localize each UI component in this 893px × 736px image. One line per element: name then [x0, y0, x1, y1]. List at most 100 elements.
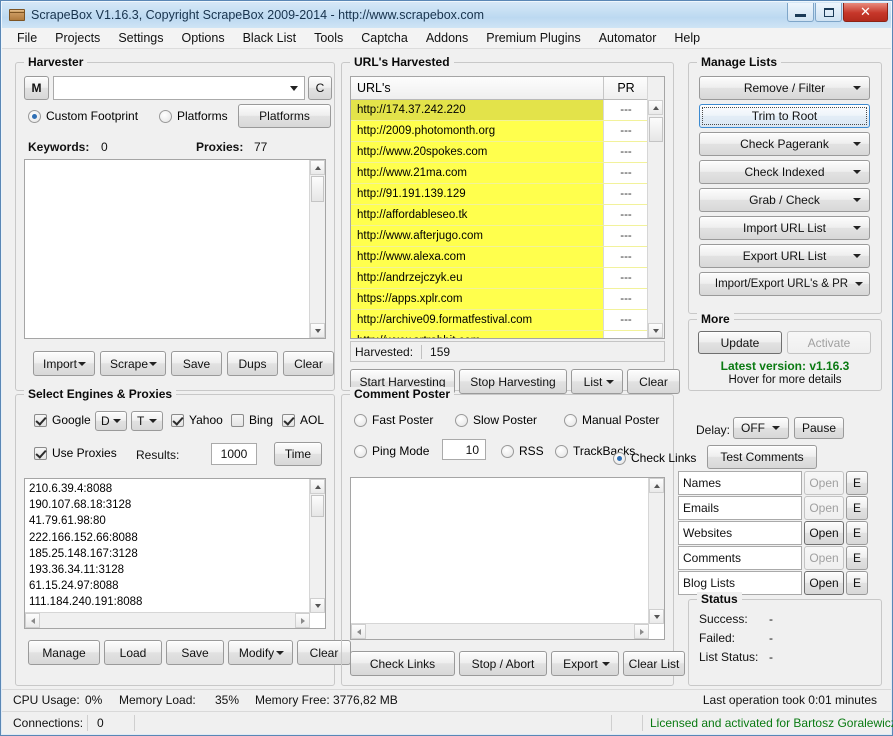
- emails-field[interactable]: Emails: [678, 496, 802, 520]
- checkbox-bing[interactable]: Bing: [231, 413, 273, 427]
- menu-item-file[interactable]: File: [8, 29, 46, 47]
- urls-grid[interactable]: URL's PR http://174.37.242.220 --- http:…: [350, 76, 665, 339]
- import-export-urls-pr-button[interactable]: Import/Export URL's & PR: [699, 272, 870, 296]
- websites-field[interactable]: Websites: [678, 521, 802, 545]
- poster-log-horizontal-scrollbar[interactable]: [351, 623, 649, 639]
- export-url-list-button[interactable]: Export URL List: [699, 244, 870, 268]
- menu-item-addons[interactable]: Addons: [417, 29, 477, 47]
- proxy-horizontal-scrollbar[interactable]: [25, 612, 310, 628]
- footprint-combo[interactable]: [53, 76, 305, 100]
- scroll-up-icon[interactable]: [648, 100, 663, 115]
- table-row[interactable]: http://91.191.139.129 ---: [351, 184, 648, 205]
- scroll-left-icon[interactable]: [25, 613, 40, 628]
- check-links-button[interactable]: Check Links: [350, 651, 455, 676]
- clear-footprint-button[interactable]: C: [308, 76, 332, 100]
- column-header-urls[interactable]: URL's: [351, 77, 604, 99]
- checkbox-google[interactable]: Google: [34, 413, 91, 427]
- blog-lists-edit-button[interactable]: E: [846, 571, 868, 595]
- delay-dropdown[interactable]: OFF: [733, 417, 789, 439]
- comments-field[interactable]: Comments: [678, 546, 802, 570]
- menu-item-tools[interactable]: Tools: [305, 29, 352, 47]
- stop-abort-button[interactable]: Stop / Abort: [459, 651, 547, 676]
- radio-rss[interactable]: RSS: [501, 444, 544, 458]
- import-url-list-button[interactable]: Import URL List: [699, 216, 870, 240]
- menu-item-help[interactable]: Help: [665, 29, 709, 47]
- table-row[interactable]: http://www.afterjugo.com ---: [351, 226, 648, 247]
- menu-item-projects[interactable]: Projects: [46, 29, 109, 47]
- names-edit-button[interactable]: E: [846, 471, 868, 495]
- scroll-down-icon[interactable]: [649, 609, 664, 624]
- manage-proxies-button[interactable]: Manage: [28, 640, 100, 665]
- checkbox-use-proxies[interactable]: Use Proxies: [34, 446, 117, 460]
- scroll-up-icon[interactable]: [649, 478, 664, 493]
- platforms-button[interactable]: Platforms: [238, 104, 331, 128]
- check-indexed-button[interactable]: Check Indexed: [699, 160, 870, 184]
- dups-button[interactable]: Dups: [227, 351, 278, 376]
- radio-custom-footprint[interactable]: Custom Footprint: [28, 109, 138, 123]
- clear-keywords-button[interactable]: Clear: [283, 351, 334, 376]
- menu-item-automator[interactable]: Automator: [590, 29, 666, 47]
- table-row[interactable]: http://www.alexa.com ---: [351, 247, 648, 268]
- google-time-dropdown[interactable]: T: [131, 411, 163, 431]
- websites-edit-button[interactable]: E: [846, 521, 868, 545]
- menu-item-black-list[interactable]: Black List: [234, 29, 306, 47]
- scroll-right-icon[interactable]: [634, 624, 649, 639]
- close-button[interactable]: ✕: [843, 3, 888, 22]
- menu-item-settings[interactable]: Settings: [109, 29, 172, 47]
- proxy-listbox[interactable]: 210.6.39.4:8088 190.107.68.18:3128 41.79…: [24, 478, 326, 629]
- minimize-button[interactable]: [787, 3, 814, 22]
- urls-scrollbar[interactable]: [647, 77, 664, 338]
- scroll-down-icon[interactable]: [648, 323, 663, 338]
- table-row[interactable]: http://www.21ma.com ---: [351, 163, 648, 184]
- clear-urls-button[interactable]: Clear: [627, 369, 680, 394]
- google-depth-dropdown[interactable]: D: [95, 411, 127, 431]
- remove-filter-button[interactable]: Remove / Filter: [699, 76, 870, 100]
- load-proxies-button[interactable]: Load: [104, 640, 162, 665]
- checkbox-aol[interactable]: AOL: [282, 413, 324, 427]
- trim-to-root-button[interactable]: Trim to Root: [699, 104, 870, 128]
- modify-proxies-button[interactable]: Modify: [228, 640, 293, 665]
- save-proxies-button[interactable]: Save: [166, 640, 224, 665]
- poster-log-vertical-scrollbar[interactable]: [648, 478, 664, 624]
- menu-item-premium-plugins[interactable]: Premium Plugins: [477, 29, 589, 47]
- table-row[interactable]: http://affordableseo.tk ---: [351, 205, 648, 226]
- scroll-down-icon[interactable]: [310, 598, 325, 613]
- radio-slow-poster[interactable]: Slow Poster: [455, 413, 537, 427]
- grab-check-button[interactable]: Grab / Check: [699, 188, 870, 212]
- scroll-thumb[interactable]: [311, 495, 324, 517]
- table-row[interactable]: https://apps.xplr.com ---: [351, 289, 648, 310]
- radio-check-links[interactable]: Check Links: [613, 451, 696, 465]
- emails-edit-button[interactable]: E: [846, 496, 868, 520]
- names-field[interactable]: Names: [678, 471, 802, 495]
- ping-value-input[interactable]: 10: [442, 439, 486, 460]
- scroll-thumb[interactable]: [311, 176, 324, 202]
- scroll-up-icon[interactable]: [310, 479, 325, 494]
- maximize-button[interactable]: [815, 3, 842, 22]
- results-input[interactable]: 1000: [211, 443, 257, 465]
- blog-lists-open-button[interactable]: Open: [804, 571, 844, 595]
- table-row[interactable]: http://www.20spokes.com ---: [351, 142, 648, 163]
- stop-harvesting-button[interactable]: Stop Harvesting: [459, 369, 567, 394]
- keywords-scrollbar[interactable]: [309, 160, 325, 338]
- poster-log-listbox[interactable]: [350, 477, 665, 640]
- websites-open-button[interactable]: Open: [804, 521, 844, 545]
- radio-platforms[interactable]: Platforms: [159, 109, 228, 123]
- clear-list-button[interactable]: Clear List: [623, 651, 685, 676]
- comments-edit-button[interactable]: E: [846, 546, 868, 570]
- radio-manual-poster[interactable]: Manual Poster: [564, 413, 659, 427]
- keywords-textarea[interactable]: [24, 159, 326, 339]
- radio-ping-mode[interactable]: Ping Mode: [354, 444, 429, 458]
- time-button[interactable]: Time: [274, 442, 322, 466]
- merge-button[interactable]: M: [24, 76, 49, 100]
- check-pagerank-button[interactable]: Check Pagerank: [699, 132, 870, 156]
- column-header-pr[interactable]: PR: [604, 77, 648, 99]
- test-comments-button[interactable]: Test Comments: [707, 445, 817, 469]
- proxy-vertical-scrollbar[interactable]: [309, 479, 325, 613]
- update-button[interactable]: Update: [698, 331, 782, 354]
- table-row[interactable]: http://2009.photomonth.org ---: [351, 121, 648, 142]
- table-row[interactable]: http://archive09.formatfestival.com ---: [351, 310, 648, 331]
- list-button[interactable]: List: [571, 369, 623, 394]
- export-button[interactable]: Export: [551, 651, 619, 676]
- menu-item-options[interactable]: Options: [172, 29, 233, 47]
- table-row[interactable]: http://andrzejczyk.eu ---: [351, 268, 648, 289]
